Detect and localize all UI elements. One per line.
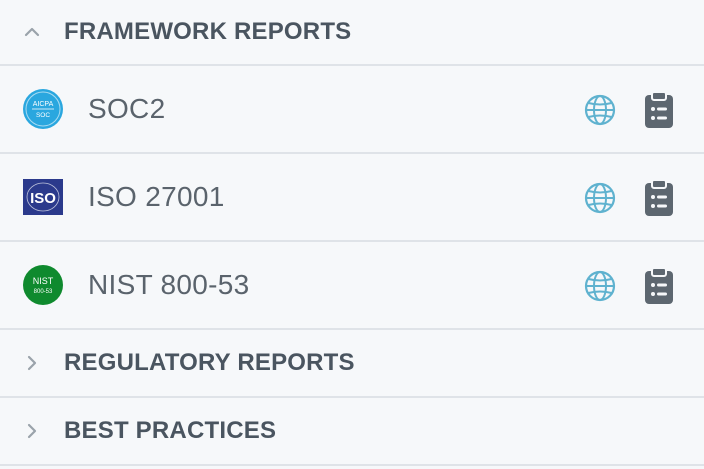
report-row-nist-800-53[interactable]: NIST 800-53 NIST 800-53: [0, 242, 704, 330]
chevron-right-icon: [0, 423, 64, 439]
section-header-regulatory-reports[interactable]: REGULATORY REPORTS: [0, 330, 704, 398]
clipboard-list-icon[interactable]: [639, 90, 679, 130]
clipboard-list-icon[interactable]: [639, 178, 679, 218]
report-row-soc2[interactable]: AICPA SOC SOC2: [0, 66, 704, 154]
section-title: BEST PRACTICES: [64, 417, 277, 444]
svg-text:ISO: ISO: [30, 190, 56, 207]
section-header-best-practices[interactable]: BEST PRACTICES: [0, 398, 704, 466]
aicpa-soc-logo: AICPA SOC: [22, 88, 64, 130]
section-header-framework-reports[interactable]: FRAMEWORK REPORTS: [0, 0, 704, 66]
chevron-up-icon: [0, 27, 64, 37]
chevron-right-icon: [0, 355, 64, 371]
globe-icon[interactable]: [580, 266, 620, 306]
section-title: FRAMEWORK REPORTS: [64, 18, 352, 45]
svg-text:800-53: 800-53: [34, 289, 53, 295]
globe-icon[interactable]: [580, 178, 620, 218]
svg-text:SOC: SOC: [36, 112, 50, 119]
svg-text:AICPA: AICPA: [33, 101, 54, 108]
globe-icon[interactable]: [580, 90, 620, 130]
report-row-iso-27001[interactable]: ISO ISO 27001: [0, 154, 704, 242]
clipboard-list-icon[interactable]: [639, 266, 679, 306]
reports-panel: FRAMEWORK REPORTS AICPA SOC SOC2 ISO ISO…: [0, 0, 704, 469]
svg-text:NIST: NIST: [33, 276, 54, 286]
section-title: REGULATORY REPORTS: [64, 349, 355, 376]
nist-logo: NIST 800-53: [22, 264, 64, 306]
iso-logo: ISO: [22, 176, 64, 218]
